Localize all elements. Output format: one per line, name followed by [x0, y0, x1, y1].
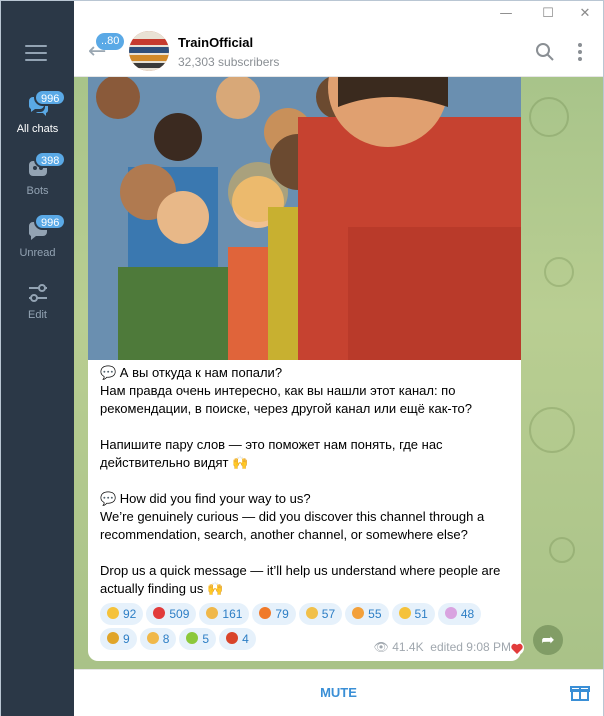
unread-badge: 996: [34, 89, 67, 106]
search-icon[interactable]: [534, 41, 556, 63]
post-paragraph: 💬 How did you find your way to us? We’re…: [100, 491, 485, 542]
reaction-count: 48: [460, 607, 475, 621]
mute-button[interactable]: MUTE: [74, 685, 603, 700]
reaction-count: 509: [169, 607, 190, 621]
reaction-pill[interactable]: 51: [391, 603, 435, 625]
reaction-count: 8: [162, 632, 170, 646]
post-paragraph: 💬 А вы откуда к нам попали? Нам правда о…: [100, 365, 472, 416]
reaction-pill[interactable]: 57: [298, 603, 343, 625]
folders-sidebar: 996 All chats 398 Bots 996 Unread Edit: [1, 1, 74, 716]
reaction-pill[interactable]: 5: [179, 628, 217, 650]
maximize-button[interactable]: ☐: [531, 1, 565, 27]
reaction-pill[interactable]: 509: [146, 603, 197, 625]
folder-label: All chats: [16, 123, 59, 135]
reaction-pill[interactable]: 55: [345, 603, 389, 625]
chat-header: ← ..80 TrainOfficial 32,303 subscribers: [74, 27, 603, 77]
chat-footer: MUTE: [74, 669, 603, 716]
folder-edit[interactable]: Edit: [1, 275, 74, 333]
chat-area: 💬 А вы откуда к нам попали? Нам правда о…: [74, 77, 603, 669]
reaction-pill[interactable]: 8: [139, 628, 177, 650]
back-unread-badge: ..80: [96, 33, 125, 50]
reaction-emoji-icon: [107, 632, 119, 644]
reaction-emoji-icon: [226, 632, 239, 644]
channel-post[interactable]: 💬 А вы откуда к нам попали? Нам правда о…: [88, 77, 521, 661]
edited-time: edited 9:08 PM: [430, 640, 511, 654]
reaction-count: 9: [123, 632, 130, 646]
reaction-pill[interactable]: 79: [252, 603, 296, 625]
doodle-icon: [549, 537, 575, 563]
reaction-emoji-icon: [186, 632, 199, 644]
post-meta: 👁 41.4K edited 9:08 PM: [374, 640, 511, 654]
view-count: 41.4K: [392, 640, 424, 654]
unread-badge: 996: [34, 213, 67, 230]
post-paragraph: Drop us a quick message — it’ll help us …: [100, 563, 501, 596]
sliders-icon: [29, 284, 47, 302]
reaction-emoji-icon: [352, 607, 365, 619]
eye-icon: 👁: [373, 640, 389, 654]
reaction-emoji-icon: [153, 607, 166, 619]
folder-label: Bots: [26, 185, 49, 197]
window-titlebar: — ☐ ✕: [1, 1, 603, 27]
menu-icon[interactable]: [25, 45, 47, 61]
doodle-icon: [529, 97, 569, 137]
reaction-emoji-icon: [259, 607, 272, 619]
reaction-emoji-icon: [107, 607, 119, 619]
reaction-pill[interactable]: 92: [100, 603, 144, 625]
reaction-emoji-icon: [146, 632, 159, 644]
folder-all-chats[interactable]: 996 All chats: [1, 89, 74, 147]
folder-label: Unread: [19, 247, 56, 259]
reaction-emoji-icon: [398, 607, 411, 619]
reaction-count: 92: [123, 607, 137, 621]
reaction-count: 4: [242, 632, 249, 646]
share-icon[interactable]: ➦: [533, 625, 563, 655]
doodle-icon: [544, 257, 574, 287]
reaction-pill[interactable]: 48: [437, 603, 482, 625]
folder-unread[interactable]: 996 Unread: [1, 213, 74, 271]
reaction-emoji-icon: [305, 607, 318, 619]
post-text: 💬 А вы откуда к нам попали? Нам правда о…: [100, 364, 515, 598]
doodle-icon: [529, 407, 575, 453]
reaction-count: 161: [222, 607, 243, 621]
reaction-pill[interactable]: 9: [100, 628, 137, 650]
reaction-count: 79: [275, 607, 289, 621]
folder-label: Edit: [28, 309, 47, 321]
close-button[interactable]: ✕: [568, 1, 602, 27]
minimize-button[interactable]: —: [489, 1, 523, 27]
reaction-count: 5: [202, 632, 210, 646]
reaction-emoji-icon: [206, 607, 219, 619]
heart-icon: [510, 641, 524, 655]
channel-avatar[interactable]: [129, 31, 169, 71]
gift-icon[interactable]: [570, 682, 590, 702]
subscriber-count: 32,303 subscribers: [178, 55, 280, 69]
post-paragraph: Напишите пару слов — это поможет нам пон…: [100, 437, 443, 470]
channel-title[interactable]: TrainOfficial: [178, 35, 253, 50]
more-options-icon[interactable]: [569, 41, 591, 63]
reaction-count: 55: [368, 607, 382, 621]
reaction-count: 57: [321, 607, 336, 621]
reaction-pill[interactable]: 4: [219, 628, 256, 650]
reaction-pill[interactable]: 161: [199, 603, 250, 625]
reaction-count: 51: [414, 607, 428, 621]
folder-bots[interactable]: 398 Bots: [1, 151, 74, 209]
unread-badge: 398: [34, 151, 67, 168]
reaction-emoji-icon: [444, 607, 457, 619]
post-image[interactable]: [88, 77, 521, 360]
train-logo-image: [129, 31, 169, 71]
